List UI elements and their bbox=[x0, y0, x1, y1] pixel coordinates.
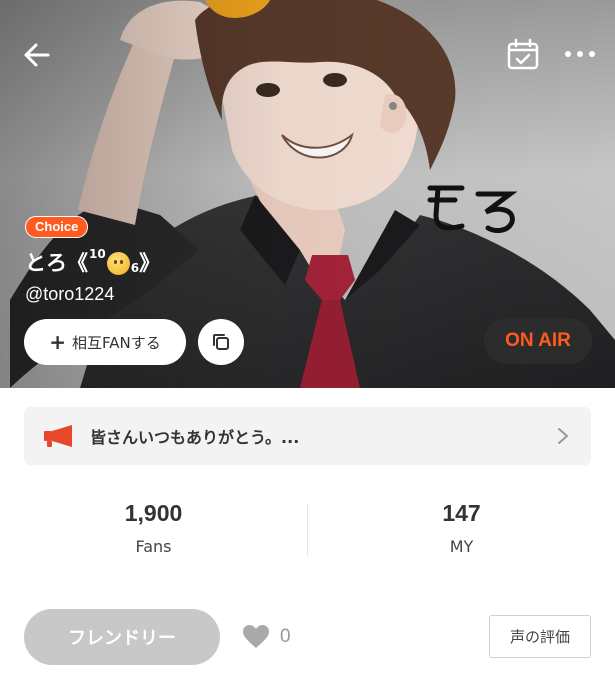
like-count: 0 bbox=[280, 626, 291, 647]
profile-name-suffix: 》 bbox=[139, 251, 161, 275]
on-air-button[interactable]: ON AIR bbox=[484, 318, 592, 364]
more-horizontal-icon bbox=[565, 51, 595, 57]
profile-handle: @toro1224 bbox=[25, 284, 115, 304]
arrow-left-icon bbox=[24, 43, 50, 67]
calendar-check-icon bbox=[507, 38, 539, 70]
profile-name-sup: 10 bbox=[89, 247, 106, 261]
stat-my-label: MY bbox=[449, 537, 474, 556]
mutual-fan-button[interactable]: + 相互FANする bbox=[24, 319, 186, 365]
announcement-text: 皆さんいつもありがとう。... bbox=[90, 428, 300, 447]
stat-my[interactable]: 147 MY bbox=[308, 500, 615, 556]
stat-fans-label: Fans bbox=[135, 537, 172, 556]
stat-fans[interactable]: 1,900 Fans bbox=[0, 500, 307, 556]
stats-divider bbox=[307, 504, 308, 556]
back-button[interactable] bbox=[18, 36, 58, 76]
face-emoji-icon bbox=[106, 251, 130, 275]
copy-icon bbox=[213, 334, 229, 350]
announcement-bar[interactable]: 皆さんいつもありがとう。... bbox=[24, 407, 591, 465]
more-options-button[interactable] bbox=[560, 40, 600, 68]
like-button[interactable]: 0 bbox=[242, 623, 291, 651]
stat-fans-value: 1,900 bbox=[124, 500, 183, 526]
chevron-right-icon bbox=[558, 428, 568, 444]
voice-rating-button[interactable]: 声の評価 bbox=[489, 615, 591, 658]
copy-button[interactable] bbox=[198, 319, 244, 365]
heart-icon bbox=[243, 625, 269, 648]
calendar-button[interactable] bbox=[505, 38, 541, 72]
profile-name: とろ《 10 6 》 bbox=[25, 246, 160, 278]
friendly-button[interactable]: フレンドリー bbox=[24, 609, 220, 665]
megaphone-icon bbox=[44, 425, 72, 447]
profile-name-prefix: とろ《 bbox=[25, 251, 88, 275]
profile-name-sub: 6 bbox=[130, 261, 140, 275]
profile-hero: Choice とろ《 10 6 》 @toro1224 + 相互FANする ON… bbox=[0, 0, 615, 388]
plus-icon: + bbox=[49, 330, 67, 354]
choice-badge: Choice bbox=[25, 216, 89, 238]
mutual-fan-label: 相互FANする bbox=[72, 333, 161, 352]
stat-my-value: 147 bbox=[442, 500, 481, 526]
